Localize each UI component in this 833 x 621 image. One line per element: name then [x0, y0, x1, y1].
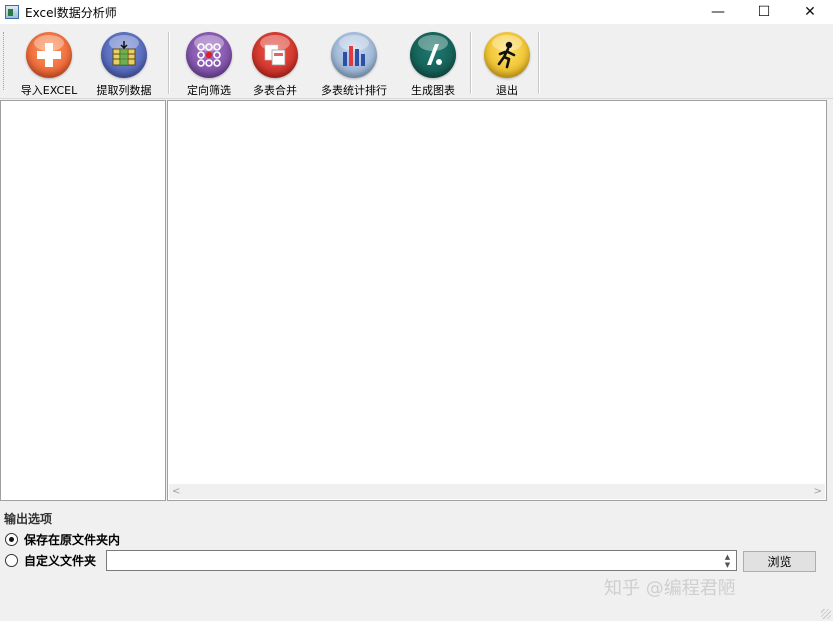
- merge-sheets-label: 多表合并: [253, 84, 297, 97]
- window-title: Excel数据分析师: [25, 5, 117, 20]
- output-options-title: 输出选项: [4, 512, 53, 526]
- custom-folder-label[interactable]: 自定义文件夹: [24, 552, 96, 569]
- chart-icon: [410, 32, 456, 78]
- plus-icon: [26, 32, 72, 78]
- running-man-icon: [484, 32, 530, 78]
- save-original-folder-option[interactable]: 保存在原文件夹内: [5, 531, 120, 548]
- multi-sheet-stats-label: 多表统计排行: [321, 84, 387, 97]
- targeted-filter-label: 定向筛选: [187, 84, 231, 97]
- close-button[interactable]: ✕: [787, 0, 833, 24]
- custom-folder-option[interactable]: 自定义文件夹: [5, 552, 96, 569]
- extract-column-label: 提取列数据: [96, 84, 152, 97]
- minimize-button[interactable]: —: [695, 0, 741, 24]
- import-excel-button[interactable]: 导入EXCEL: [18, 28, 80, 98]
- toolbar-separator: [168, 32, 170, 94]
- file-list-panel[interactable]: [0, 100, 166, 501]
- toolbar-separator: [538, 32, 540, 94]
- horizontal-scrollbar[interactable]: < >: [169, 484, 825, 499]
- merge-sheets-button[interactable]: 多表合并: [246, 28, 304, 98]
- targeted-filter-button[interactable]: 定向筛选: [180, 28, 238, 98]
- extract-column-button[interactable]: 提取列数据: [91, 28, 157, 98]
- scroll-right-arrow-icon[interactable]: >: [814, 486, 822, 497]
- save-original-folder-label[interactable]: 保存在原文件夹内: [24, 531, 120, 548]
- custom-folder-radio[interactable]: [5, 554, 18, 567]
- generate-chart-label: 生成图表: [411, 84, 455, 97]
- import-excel-label: 导入EXCEL: [20, 84, 78, 97]
- resize-grip[interactable]: [821, 609, 831, 619]
- browse-button[interactable]: 浏览: [743, 551, 816, 572]
- save-original-folder-radio[interactable]: [5, 533, 18, 546]
- spin-up-icon[interactable]: ▲: [725, 553, 730, 561]
- bar-stats-icon: [331, 32, 377, 78]
- app-icon: [5, 5, 19, 19]
- data-view-panel[interactable]: < >: [167, 100, 827, 501]
- maximize-button[interactable]: ☐: [741, 0, 787, 24]
- exit-button[interactable]: 退出: [480, 28, 534, 98]
- custom-folder-path-input[interactable]: [106, 550, 737, 571]
- scroll-left-arrow-icon[interactable]: <: [172, 486, 180, 497]
- title-bar: Excel数据分析师 — ☐ ✕: [0, 0, 833, 24]
- exit-label: 退出: [496, 84, 518, 97]
- toolbar: 导入EXCEL 提取列数据 定向筛选 多表合并 多表统计排行 生成图表 退出: [0, 24, 833, 99]
- merge-sheets-icon: [252, 32, 298, 78]
- column-extract-icon: [101, 32, 147, 78]
- spin-down-icon[interactable]: ▼: [725, 561, 730, 569]
- window-controls: — ☐ ✕: [695, 0, 833, 24]
- filter-dots-icon: [186, 32, 232, 78]
- watermark: 知乎 @编程君陋: [604, 578, 736, 599]
- toolbar-grip[interactable]: [3, 32, 6, 90]
- toolbar-separator: [470, 32, 472, 94]
- path-spin-control[interactable]: ▲ ▼: [719, 551, 736, 570]
- multi-sheet-stats-button[interactable]: 多表统计排行: [314, 28, 394, 98]
- generate-chart-button[interactable]: 生成图表: [404, 28, 462, 98]
